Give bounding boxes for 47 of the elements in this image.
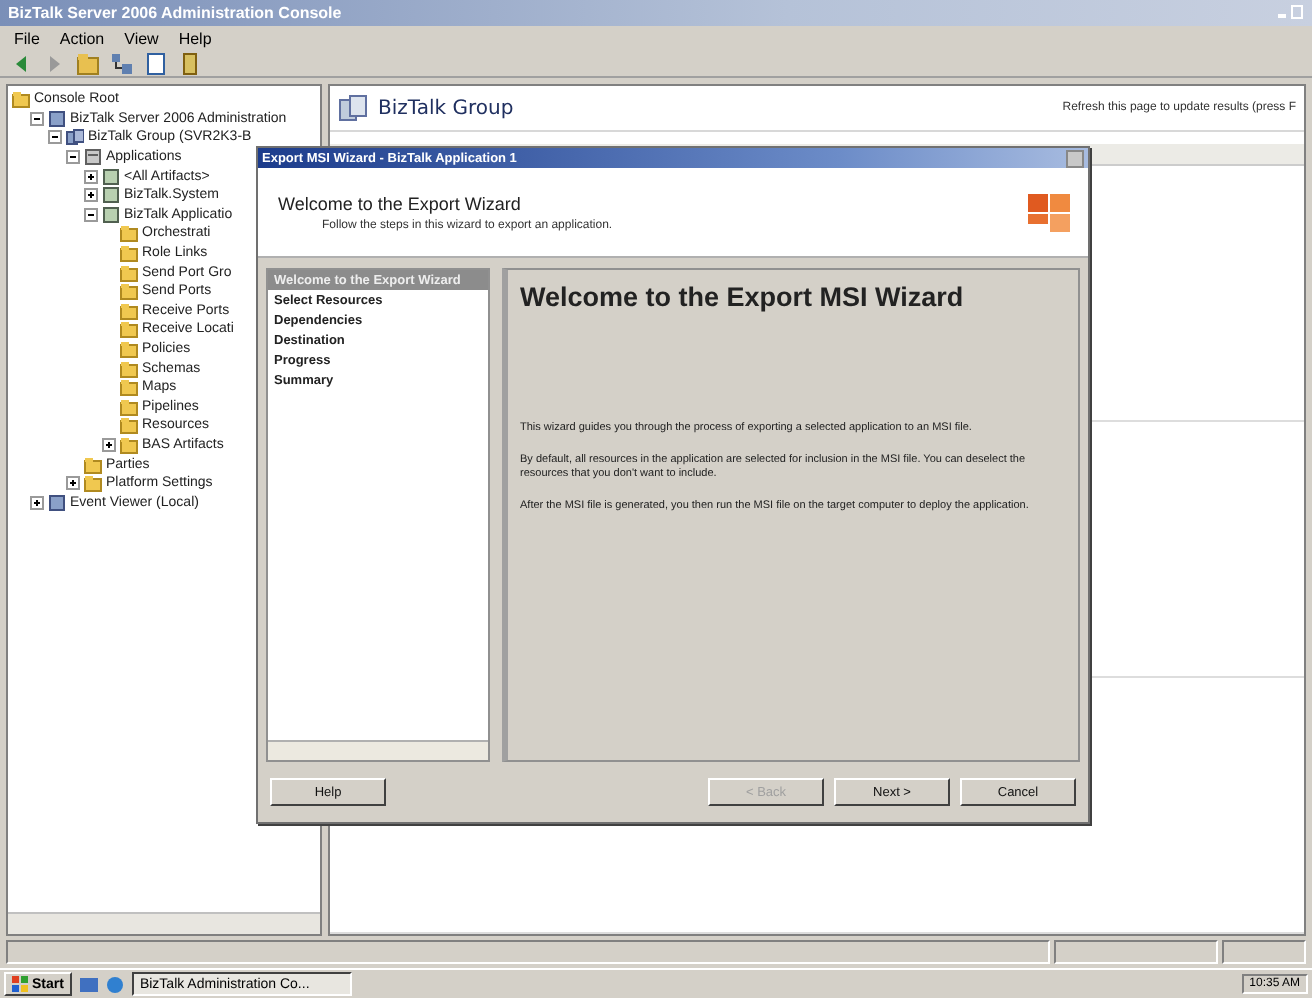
- folder-icon: [120, 397, 138, 416]
- server-group-icon: [338, 92, 370, 124]
- expand-toggle[interactable]: [30, 495, 44, 510]
- menu-item[interactable]: Action: [49, 29, 115, 47]
- folder-icon: [120, 301, 138, 320]
- folder-icon: [120, 224, 138, 243]
- horizontal-scrollbar[interactable]: [268, 740, 488, 760]
- expand-toggle[interactable]: [84, 188, 98, 203]
- tree-icon[interactable]: [110, 51, 134, 75]
- expand-toggle[interactable]: [66, 476, 80, 491]
- menu-item[interactable]: Help: [168, 29, 222, 47]
- folder-icon: [84, 474, 102, 493]
- document-icon[interactable]: [144, 51, 168, 75]
- logo-icon: [12, 976, 28, 992]
- collapse-toggle[interactable]: [30, 111, 44, 126]
- server-icon: [48, 109, 66, 128]
- folder-icon: [120, 320, 138, 339]
- folder-icon: [84, 455, 102, 474]
- help-book-icon[interactable]: [178, 51, 202, 75]
- folder-icon: [120, 340, 138, 359]
- details-title: BizTalk Group: [378, 97, 514, 119]
- status-bar-panel: [1222, 940, 1306, 964]
- server-icon: [48, 493, 66, 512]
- collapse-toggle[interactable]: [84, 207, 98, 222]
- expand-toggle[interactable]: [102, 437, 116, 452]
- folder-icon: [120, 263, 138, 282]
- menu-item[interactable]: File: [4, 29, 50, 47]
- collapse-toggle[interactable]: [48, 130, 62, 145]
- folder-icon: [12, 90, 30, 109]
- folder-icon: [120, 282, 138, 301]
- tiles-icon: [1028, 190, 1072, 234]
- folder-icon: [120, 416, 138, 435]
- wizard-heading: Welcome to the Export MSI Wizard: [520, 282, 966, 312]
- globe-icon[interactable]: [105, 975, 124, 993]
- collapse-toggle[interactable]: [66, 150, 80, 165]
- folder-icon: [120, 244, 138, 263]
- server-group-icon: [66, 128, 84, 147]
- menu-item[interactable]: View: [114, 29, 169, 47]
- header-title: Welcome to the Export Wizard: [278, 193, 523, 213]
- expand-toggle[interactable]: [84, 169, 98, 184]
- window-title: BizTalk Server 2006 Administration Console: [8, 4, 342, 22]
- desktop-icon[interactable]: [79, 975, 98, 993]
- folder-icon: [120, 435, 138, 454]
- folder-icon: [120, 359, 138, 378]
- folder-icon: [120, 378, 138, 397]
- applications-icon: [84, 148, 102, 167]
- horizontal-scrollbar[interactable]: [8, 912, 320, 934]
